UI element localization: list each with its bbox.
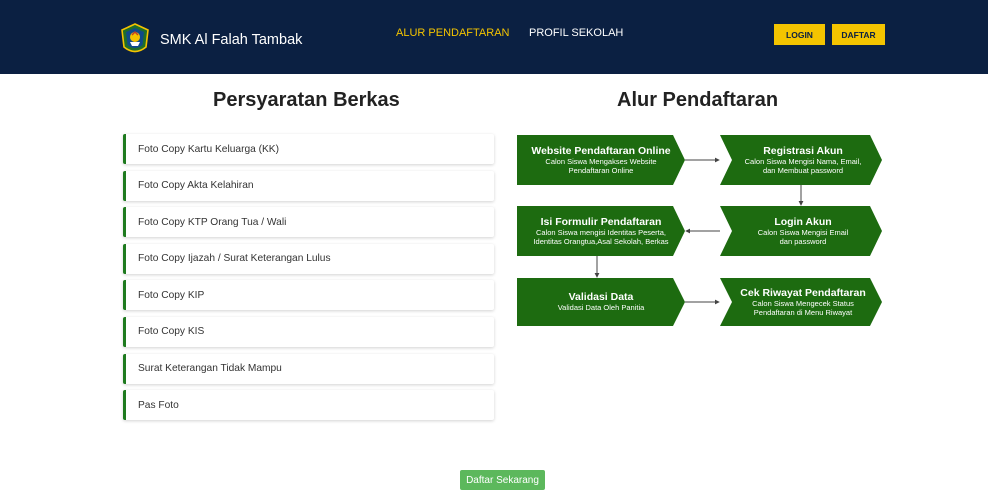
brand[interactable]: SMK Al Falah Tambak bbox=[120, 22, 302, 58]
requirements-list: Foto Copy Kartu Keluarga (KK) Foto Copy … bbox=[123, 134, 494, 427]
register-button[interactable]: DAFTAR bbox=[832, 24, 885, 45]
list-item: Foto Copy Kartu Keluarga (KK) bbox=[123, 134, 494, 164]
list-item-text: Surat Keterangan Tidak Mampu bbox=[138, 363, 282, 375]
nav-link-alur-pendaftaran[interactable]: ALUR PENDAFTARAN bbox=[396, 27, 509, 39]
requirements-title: Persyaratan Berkas bbox=[213, 89, 400, 111]
flow-step-desc: dan Membuat password bbox=[762, 166, 844, 175]
flow-step-desc: dan password bbox=[779, 237, 827, 246]
list-item: Pas Foto bbox=[123, 390, 494, 421]
flow-step-title: Registrasi Akun bbox=[763, 144, 843, 157]
list-item: Foto Copy KTP Orang Tua / Wali bbox=[123, 207, 494, 238]
flow-step-desc: Calon Siswa Mengakses Website bbox=[545, 156, 657, 166]
list-item-text: Foto Copy KIS bbox=[138, 326, 205, 338]
list-item-text: Foto Copy KTP Orang Tua / Wali bbox=[138, 216, 287, 228]
school-emblem-icon bbox=[121, 23, 149, 53]
flow-step-title: Validasi Data bbox=[568, 291, 634, 304]
flow-step-riwayat: Cek Riwayat Pendaftaran Calon Siswa Meng… bbox=[728, 278, 878, 326]
flow-step-title: Isi Formulir Pendaftaran bbox=[540, 215, 662, 228]
brand-name: SMK Al Falah Tambak bbox=[160, 32, 303, 48]
list-item-text: Foto Copy KIP bbox=[138, 289, 205, 301]
list-item-text: Foto Copy Akta Kelahiran bbox=[138, 180, 254, 192]
register-now-button[interactable]: Daftar Sekarang bbox=[460, 470, 545, 490]
flow-step-desc: Identitas Orangtua,Asal Sekolah, Berkas bbox=[533, 237, 669, 246]
flow-step-desc: Validasi Data Oleh Panitia bbox=[557, 303, 645, 313]
list-item-text: Foto Copy Kartu Keluarga (KK) bbox=[138, 143, 279, 155]
list-item-text: Pas Foto bbox=[138, 399, 179, 411]
list-item: Foto Copy KIP bbox=[123, 280, 494, 311]
list-item: Foto Copy KIS bbox=[123, 316, 494, 347]
flow-step-desc: Calon Siswa mengisi Identitas Peserta, bbox=[535, 227, 667, 237]
nav-link-profil-sekolah[interactable]: PROFIL SEKOLAH bbox=[529, 27, 623, 39]
flow-step-desc: Calon Siswa Mengisi Nama, Email, bbox=[744, 156, 862, 166]
list-item: Foto Copy Akta Kelahiran bbox=[123, 170, 494, 201]
flow-step-desc: Calon Siswa Mengecek Status bbox=[752, 298, 854, 308]
flow-step-desc: Pendaftaran Online bbox=[568, 166, 634, 175]
list-item-text: Foto Copy Ijazah / Surat Keterangan Lulu… bbox=[138, 253, 331, 265]
flow-step-title: Website Pendaftaran Online bbox=[531, 144, 671, 157]
flow-step-formulir: Isi Formulir Pendaftaran Calon Siswa men… bbox=[517, 206, 685, 256]
flow-step-title: Cek Riwayat Pendaftaran bbox=[740, 286, 866, 299]
flow-step-validasi: Validasi Data Validasi Data Oleh Panitia bbox=[517, 278, 685, 326]
flow-step-desc: Pendaftaran di Menu Riwayat bbox=[753, 308, 853, 317]
flow-step-registrasi: Registrasi Akun Calon Siswa Mengisi Nama… bbox=[728, 135, 878, 185]
list-item: Surat Keterangan Tidak Mampu bbox=[123, 353, 494, 384]
top-navbar: SMK Al Falah Tambak ALUR PENDAFTARAN PRO… bbox=[0, 0, 988, 74]
login-button[interactable]: LOGIN bbox=[774, 24, 825, 45]
list-item: Foto Copy Ijazah / Surat Keterangan Lulu… bbox=[123, 243, 494, 274]
flow-step-website: Website Pendaftaran Online Calon Siswa M… bbox=[517, 135, 685, 185]
flow-title: Alur Pendaftaran bbox=[617, 89, 779, 111]
flow-step-desc: Calon Siswa Mengisi Email bbox=[757, 227, 849, 237]
flow-step-title: Login Akun bbox=[774, 215, 832, 228]
flow-step-login: Login Akun Calon Siswa Mengisi Email dan… bbox=[728, 206, 878, 256]
